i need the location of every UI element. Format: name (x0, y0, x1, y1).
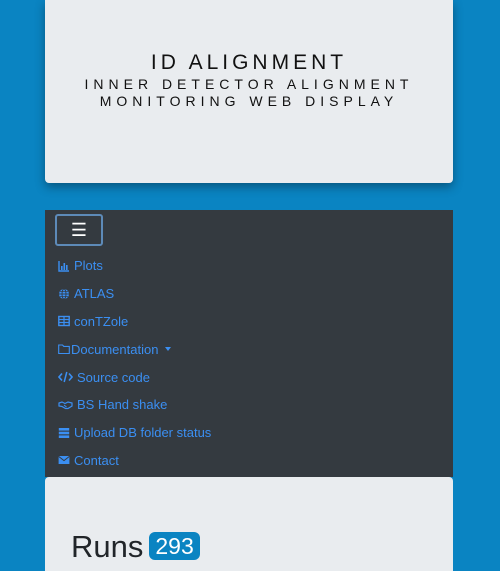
nav-item-contzole[interactable]: conTZole (58, 308, 211, 336)
site-subtitle-line-1: INNER DETECTOR ALIGNMENT (84, 76, 414, 92)
navbar: ☰ Plots ATLAS conTZole Documentation Sou… (45, 210, 453, 477)
nav-item-atlas[interactable]: ATLAS (58, 280, 211, 308)
nav-item-label: BS Hand shake (77, 397, 168, 413)
page: ID ALIGNMENT INNER DETECTOR ALIGNMENT MO… (0, 0, 500, 571)
nav-item-documentation[interactable]: Documentation (58, 335, 211, 363)
site-title: ID ALIGNMENT (150, 51, 348, 74)
runs-card: Runs 293 (45, 477, 453, 571)
nav-item-upload-db-folder-status[interactable]: Upload DB folder status (58, 419, 211, 447)
runs-heading: Runs 293 (71, 529, 200, 565)
envelope-icon (58, 454, 70, 466)
chevron-down-icon (165, 347, 172, 352)
nav-item-label: Contact (74, 452, 119, 468)
code-icon (58, 371, 73, 383)
globe-icon (58, 288, 70, 300)
handshake-icon (58, 399, 73, 411)
nav-item-label: Plots (74, 258, 103, 274)
header-banner: ID ALIGNMENT INNER DETECTOR ALIGNMENT MO… (45, 0, 453, 183)
nav-item-bs-hand-shake[interactable]: BS Hand shake (58, 391, 211, 419)
bar-chart-icon (58, 260, 70, 272)
hamburger-icon: ☰ (70, 220, 88, 240)
nav-item-contact[interactable]: Contact (58, 447, 211, 475)
runs-count-badge: 293 (149, 532, 200, 560)
navbar-toggler-button[interactable]: ☰ (55, 214, 103, 246)
table-icon (58, 315, 70, 327)
site-subtitle-line-2: MONITORING WEB DISPLAY (99, 93, 399, 109)
folder-icon (58, 343, 70, 355)
runs-title: Runs (71, 529, 144, 564)
nav-item-plots[interactable]: Plots (58, 252, 211, 280)
nav-item-label: ATLAS (74, 286, 115, 302)
nav-item-label: Upload DB folder status (74, 425, 212, 441)
nav-item-label: Source code (77, 369, 150, 385)
nav-list: Plots ATLAS conTZole Documentation Sourc… (58, 252, 211, 474)
database-icon (58, 427, 70, 439)
nav-item-label: conTZole (74, 313, 129, 329)
nav-item-label: Documentation (71, 341, 159, 357)
nav-item-source-code[interactable]: Source code (58, 363, 211, 391)
